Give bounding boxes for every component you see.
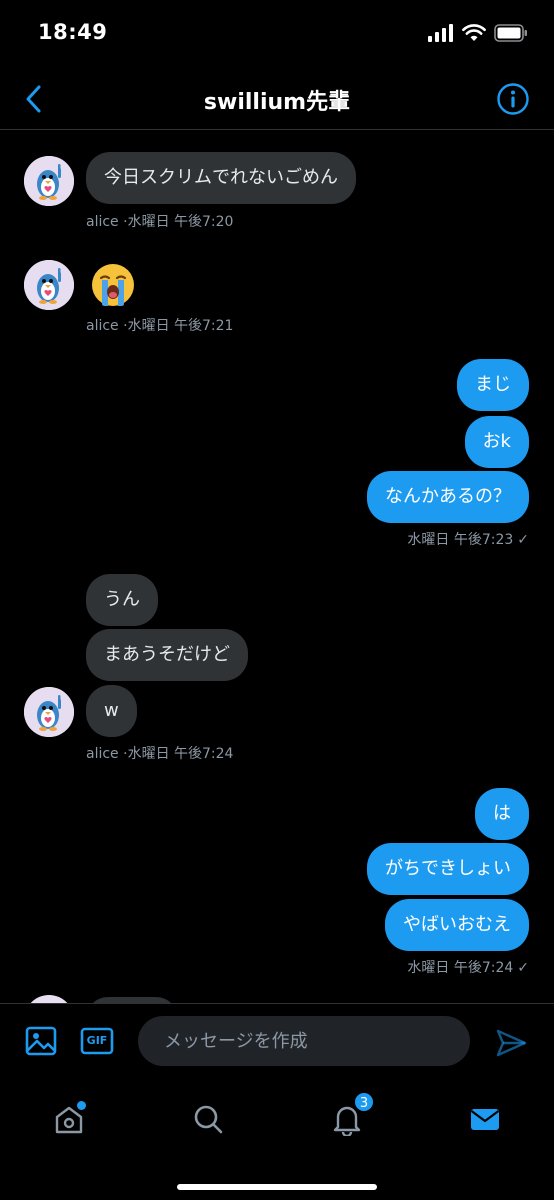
status-bar: 18:49	[0, 0, 554, 70]
conversation-header: swillium先輩	[0, 70, 554, 130]
sent-check-icon: ✓	[517, 960, 529, 976]
message-composer: GIF	[0, 1003, 554, 1079]
penguin-avatar-icon	[24, 687, 74, 737]
search-icon	[194, 1105, 223, 1134]
conversation-title[interactable]: swillium先輩	[0, 84, 554, 116]
avatar[interactable]	[24, 260, 74, 310]
avatar[interactable]	[24, 995, 74, 1003]
message-input[interactable]	[138, 1016, 470, 1066]
wifi-icon	[462, 24, 486, 41]
gif-button[interactable]: GIF	[80, 1024, 114, 1058]
tab-search[interactable]	[178, 1089, 238, 1149]
mail-icon	[470, 1109, 500, 1130]
message-meta: alice ·水曜日 午後7:20	[86, 214, 234, 230]
penguin-avatar-icon	[24, 260, 74, 310]
message-bubble[interactable]: おk	[464, 416, 529, 468]
info-icon	[497, 83, 529, 115]
message-list[interactable]: 今日スクリムでれないごめん alice ·水曜日 午後7:20 alice ·水…	[0, 131, 554, 1003]
tab-bar: 3	[0, 1079, 554, 1200]
tab-notifications[interactable]: 3	[317, 1089, 377, 1149]
message-bubble[interactable]: 今日スクリムでれないごめん	[86, 152, 356, 204]
message-timestamp: 水曜日 午後7:24	[407, 960, 514, 976]
send-icon[interactable]	[494, 1026, 528, 1060]
penguin-avatar-icon	[24, 156, 74, 206]
loudly-crying-face-emoji[interactable]	[90, 262, 136, 308]
message-bubble[interactable]: w	[86, 685, 137, 737]
message-meta: alice ·水曜日 午後7:24	[86, 746, 234, 762]
message-bubble[interactable]: まじ	[457, 359, 529, 411]
gif-label: GIF	[86, 1034, 108, 1047]
avatar[interactable]	[24, 156, 74, 206]
message-bubble[interactable]: なんかあるの？	[367, 471, 529, 523]
notifications-badge: 3	[353, 1091, 375, 1113]
message-bubble[interactable]: は	[475, 788, 529, 840]
message-meta: 水曜日 午後7:23 ✓	[407, 529, 529, 549]
home-indicator	[177, 1184, 377, 1190]
image-icon[interactable]	[24, 1024, 58, 1058]
status-time: 18:49	[38, 20, 108, 44]
message-bubble[interactable]: まあうそだけど	[86, 629, 248, 681]
tab-messages[interactable]	[455, 1089, 515, 1149]
message-bubble[interactable]: がちできしょい	[367, 843, 529, 895]
sent-check-icon: ✓	[517, 532, 529, 548]
message-bubble[interactable]: やばいおむえ	[385, 899, 529, 951]
status-icons	[428, 24, 528, 42]
message-bubble[interactable]: うん	[86, 574, 158, 626]
tab-home[interactable]	[39, 1089, 99, 1149]
message-meta: alice ·水曜日 午後7:21	[86, 318, 234, 334]
home-unread-dot	[77, 1101, 86, 1110]
message-timestamp: 水曜日 午後7:23	[407, 532, 514, 548]
info-button[interactable]	[496, 82, 530, 116]
avatar[interactable]	[24, 687, 74, 737]
message-meta: 水曜日 午後7:24 ✓	[407, 957, 529, 977]
signal-icon	[428, 24, 453, 42]
battery-icon	[494, 24, 527, 42]
